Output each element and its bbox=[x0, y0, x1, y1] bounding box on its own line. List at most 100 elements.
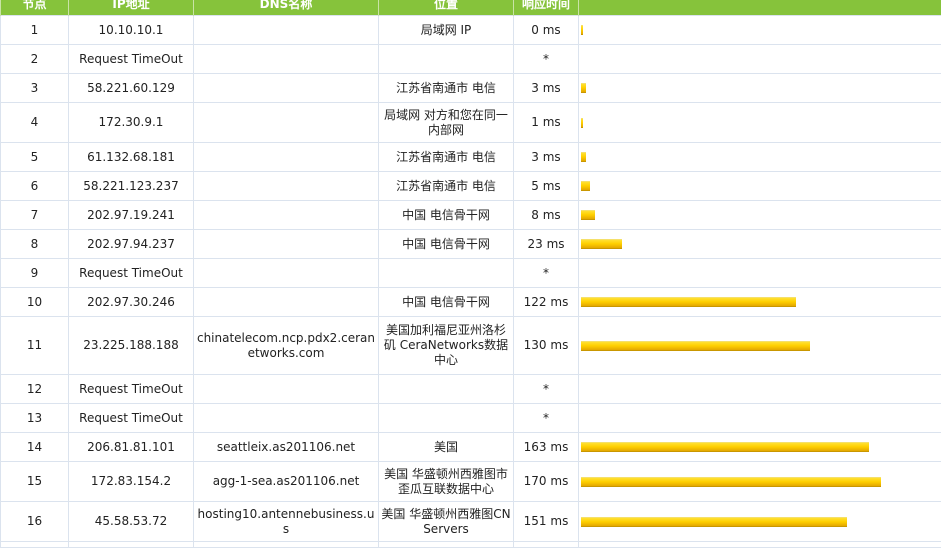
ip-cell: Request TimeOut bbox=[68, 258, 194, 288]
header-hop: 节点 bbox=[0, 0, 69, 16]
response-bar-cell bbox=[578, 229, 941, 259]
response-bar-cell bbox=[578, 102, 941, 143]
response-time-cell: 151 ms bbox=[513, 501, 579, 542]
ip-cell: Request TimeOut bbox=[68, 374, 194, 404]
response-time-cell: 5 ms bbox=[513, 171, 579, 201]
response-time-bar bbox=[581, 83, 586, 93]
hop-cell: 3 bbox=[0, 73, 69, 103]
table-row: 2 Request TimeOut * bbox=[0, 44, 941, 74]
ip-cell: Request TimeOut bbox=[68, 44, 194, 74]
ip-cell: 172.83.154.2 bbox=[68, 461, 194, 502]
location-cell: 江苏省南通市 电信 bbox=[378, 171, 514, 201]
hop-cell: 7 bbox=[0, 200, 69, 230]
ip-cell: 23.225.188.188 bbox=[68, 316, 194, 375]
table-row: 7 202.97.19.241 中国 电信骨干网 8 ms bbox=[0, 200, 941, 230]
ip-cell: 45.58.53.72 bbox=[68, 501, 194, 542]
header-response-time: 响应时间 bbox=[513, 0, 579, 16]
ip-cell: 58.221.123.237 bbox=[68, 171, 194, 201]
dns-cell bbox=[193, 44, 379, 74]
hop-cell: 10 bbox=[0, 287, 69, 317]
location-cell: 美国 华盛顿州西雅图CN Servers bbox=[378, 501, 514, 542]
response-bar-cell bbox=[578, 142, 941, 172]
response-time-cell: 163 ms bbox=[513, 432, 579, 462]
response-bar-cell bbox=[578, 73, 941, 103]
header-location: 位置 bbox=[378, 0, 514, 16]
dns-cell bbox=[193, 171, 379, 201]
ip-cell: 202.97.30.246 bbox=[68, 287, 194, 317]
hop-cell: 13 bbox=[0, 403, 69, 433]
hop-cell: 4 bbox=[0, 102, 69, 143]
location-cell: 中国 电信骨干网 bbox=[378, 287, 514, 317]
hop-cell: 8 bbox=[0, 229, 69, 259]
ip-cell: 172.30.9.1 bbox=[68, 102, 194, 143]
location-cell: 中国 电信骨干网 bbox=[378, 229, 514, 259]
empty-cell bbox=[68, 541, 194, 548]
response-bar-cell bbox=[578, 316, 941, 375]
response-time-bar bbox=[581, 442, 869, 452]
table-body: 1 10.10.10.1 局域网 IP 0 ms 2 Request TimeOut * 3 5… bbox=[0, 15, 941, 548]
response-time-cell: * bbox=[513, 258, 579, 288]
table-row: 4 172.30.9.1 局域网 对方和您在同一内部网 1 ms bbox=[0, 102, 941, 143]
response-time-bar bbox=[581, 516, 847, 527]
response-time-bar bbox=[581, 476, 881, 487]
response-bar-cell bbox=[578, 200, 941, 230]
table-row: 12 Request TimeOut * bbox=[0, 374, 941, 404]
response-time-cell: 8 ms bbox=[513, 200, 579, 230]
table-row: 15 172.83.154.2 agg-1-sea.as201106.net 美国 华… bbox=[0, 461, 941, 502]
response-time-bar bbox=[581, 181, 590, 191]
table-row: 8 202.97.94.237 中国 电信骨干网 23 ms bbox=[0, 229, 941, 259]
empty-cell bbox=[193, 541, 379, 548]
table-row: 5 61.132.68.181 江苏省南通市 电信 3 ms bbox=[0, 142, 941, 172]
ip-cell: 10.10.10.1 bbox=[68, 15, 194, 45]
dns-cell: chinatelecom.ncp.pdx2.ceranetworks.com bbox=[193, 316, 379, 375]
location-cell: 中国 电信骨干网 bbox=[378, 200, 514, 230]
response-time-bar bbox=[581, 210, 595, 220]
dns-cell bbox=[193, 403, 379, 433]
response-time-bar bbox=[581, 297, 796, 307]
table-row: 9 Request TimeOut * bbox=[0, 258, 941, 288]
hop-cell: 12 bbox=[0, 374, 69, 404]
ip-cell: 202.97.94.237 bbox=[68, 229, 194, 259]
empty-cell bbox=[578, 541, 941, 548]
ip-cell: 61.132.68.181 bbox=[68, 142, 194, 172]
response-bar-cell bbox=[578, 461, 941, 502]
empty-cell bbox=[378, 541, 514, 548]
response-time-cell: * bbox=[513, 403, 579, 433]
location-cell: 美国加利福尼亚州洛杉矶 CeraNetworks数据中心 bbox=[378, 316, 514, 375]
table-row: 16 45.58.53.72 hosting10.antennebusiness.u… bbox=[0, 501, 941, 542]
response-time-cell: 3 ms bbox=[513, 73, 579, 103]
empty-cell bbox=[0, 541, 69, 548]
dns-cell bbox=[193, 287, 379, 317]
response-time-cell: 23 ms bbox=[513, 229, 579, 259]
table-row: 6 58.221.123.237 江苏省南通市 电信 5 ms bbox=[0, 171, 941, 201]
response-time-bar bbox=[581, 239, 622, 249]
response-time-cell: 170 ms bbox=[513, 461, 579, 502]
location-cell: 美国 华盛顿州西雅图市 歪瓜互联数据中心 bbox=[378, 461, 514, 502]
location-cell: 局域网 对方和您在同一内部网 bbox=[378, 102, 514, 143]
response-bar-cell bbox=[578, 287, 941, 317]
table-header-row: 节点 IP地址 DNS名称 位置 响应时间 bbox=[0, 0, 941, 16]
response-time-cell: 0 ms bbox=[513, 15, 579, 45]
table-row: 13 Request TimeOut * bbox=[0, 403, 941, 433]
ip-cell: Request TimeOut bbox=[68, 403, 194, 433]
response-time-bar bbox=[581, 25, 583, 35]
location-cell bbox=[378, 258, 514, 288]
dns-cell bbox=[193, 229, 379, 259]
dns-cell bbox=[193, 15, 379, 45]
dns-cell: hosting10.antennebusiness.us bbox=[193, 501, 379, 542]
response-bar-cell bbox=[578, 374, 941, 404]
location-cell bbox=[378, 44, 514, 74]
dns-cell bbox=[193, 102, 379, 143]
dns-cell bbox=[193, 258, 379, 288]
traceroute-table: 节点 IP地址 DNS名称 位置 响应时间 1 10.10.10.1 局域网 IP 0… bbox=[0, 0, 941, 548]
response-time-bar bbox=[581, 152, 586, 162]
dns-cell bbox=[193, 73, 379, 103]
response-bar-cell bbox=[578, 432, 941, 462]
response-bar-cell bbox=[578, 403, 941, 433]
response-bar-cell bbox=[578, 258, 941, 288]
dns-cell: agg-1-sea.as201106.net bbox=[193, 461, 379, 502]
response-time-cell: 1 ms bbox=[513, 102, 579, 143]
table-footer-row bbox=[0, 541, 941, 548]
location-cell bbox=[378, 403, 514, 433]
response-time-cell: * bbox=[513, 374, 579, 404]
